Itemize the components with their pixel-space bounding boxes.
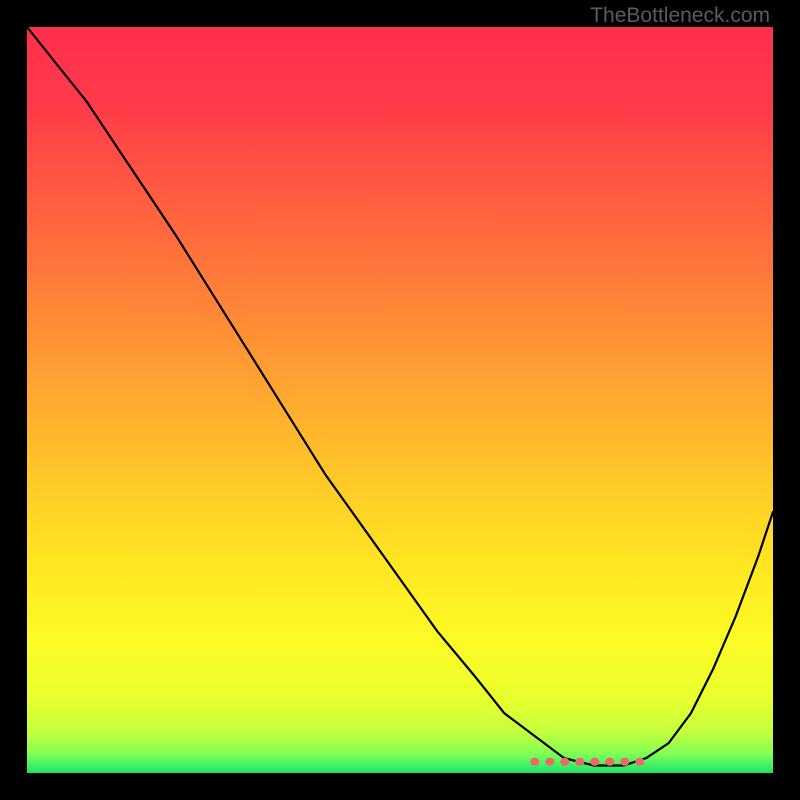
watermark-text: TheBottleneck.com — [590, 4, 770, 28]
gradient-background — [27, 27, 773, 773]
chart-container: TheBottleneck.com — [0, 0, 800, 800]
plot-area — [27, 27, 773, 773]
